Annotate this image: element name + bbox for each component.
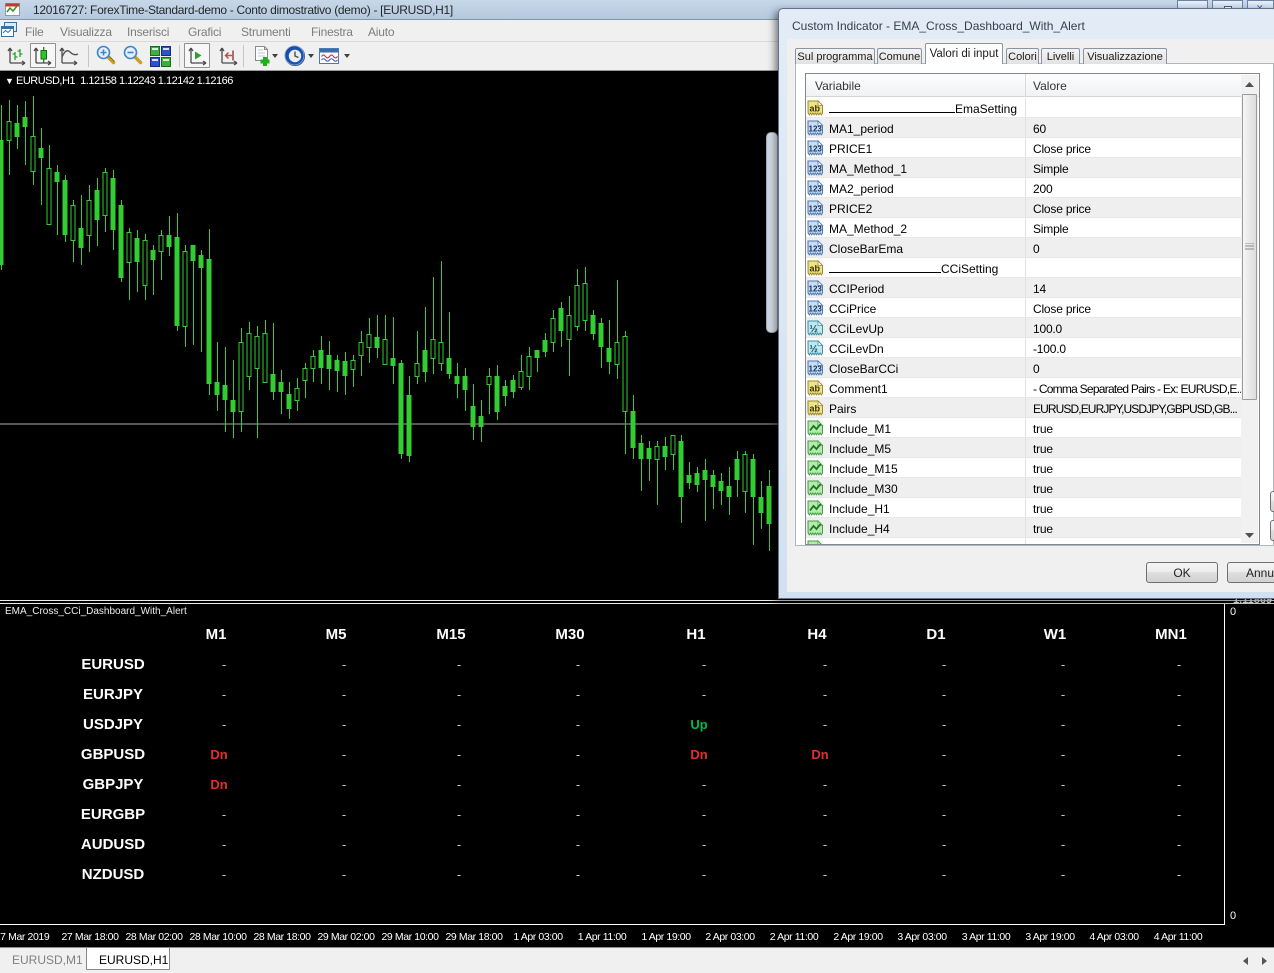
svg-text:ab: ab — [810, 104, 821, 114]
svg-text:ab: ab — [810, 404, 821, 414]
svg-text:123: 123 — [809, 165, 823, 174]
svg-text:ab: ab — [810, 264, 821, 274]
svg-text:123: 123 — [809, 285, 823, 294]
svg-text:123: 123 — [809, 145, 823, 154]
svg-text:123: 123 — [809, 225, 823, 234]
svg-text:123: 123 — [809, 125, 823, 134]
svg-text:½: ½ — [810, 324, 818, 335]
svg-text:½: ½ — [810, 344, 818, 355]
svg-text:123: 123 — [809, 185, 823, 194]
svg-text:123: 123 — [809, 365, 823, 374]
svg-text:123: 123 — [809, 305, 823, 314]
svg-text:ab: ab — [810, 384, 821, 394]
svg-text:123: 123 — [809, 245, 823, 254]
svg-text:123: 123 — [809, 205, 823, 214]
